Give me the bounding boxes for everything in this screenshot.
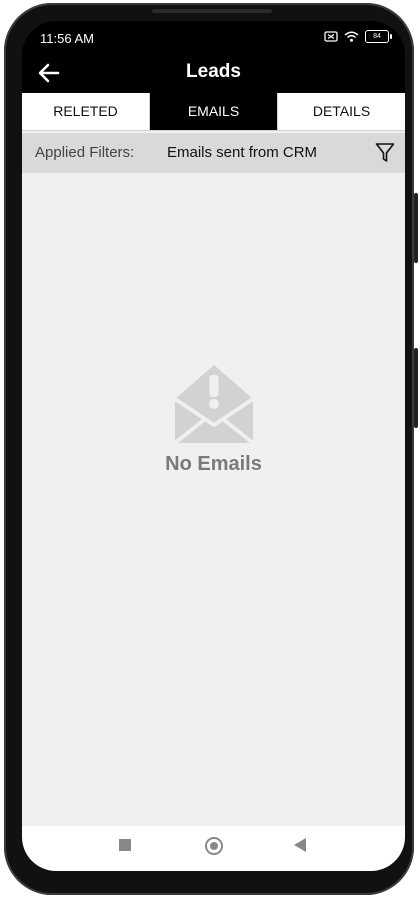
volume-button — [414, 193, 418, 263]
empty-state: No Emails — [22, 363, 405, 476]
triangle-icon[interactable] — [294, 838, 306, 852]
battery-level: 84 — [373, 33, 381, 40]
battery-icon: 84 — [365, 30, 392, 43]
empty-message: No Emails — [165, 453, 262, 475]
main-content: RELETED EMAILS DETAILS Applied Filters: … — [22, 93, 405, 826]
page-title: Leads — [186, 61, 241, 82]
app-bar: Leads — [22, 53, 405, 93]
screen: 11:56 AM 84 Leads RELETED EMAILS DETAILS… — [22, 21, 405, 871]
status-icons: 84 — [324, 30, 392, 43]
status-bar: 11:56 AM 84 — [22, 21, 405, 53]
tab-bar: RELETED EMAILS DETAILS — [22, 93, 405, 131]
tab-releted[interactable]: RELETED — [22, 93, 150, 130]
circle-icon[interactable] — [205, 837, 223, 855]
tab-emails[interactable]: EMAILS — [150, 93, 278, 130]
funnel-icon[interactable] — [375, 142, 395, 164]
phone-frame: 11:56 AM 84 Leads RELETED EMAILS DETAILS… — [4, 3, 418, 895]
square-icon[interactable] — [119, 839, 131, 851]
filter-value: Emails sent from CRM — [167, 144, 318, 161]
envelope-alert-icon — [173, 365, 254, 445]
sim-card-icon — [324, 31, 338, 42]
tab-details[interactable]: DETAILS — [278, 93, 405, 130]
system-nav-bar — [22, 826, 405, 871]
filter-bar: Applied Filters: Emails sent from CRM — [22, 133, 405, 173]
speaker-grille — [152, 9, 272, 13]
status-time: 11:56 AM — [40, 31, 94, 46]
wifi-icon — [344, 31, 359, 42]
power-button — [414, 348, 418, 428]
filter-label: Applied Filters: — [35, 144, 135, 161]
